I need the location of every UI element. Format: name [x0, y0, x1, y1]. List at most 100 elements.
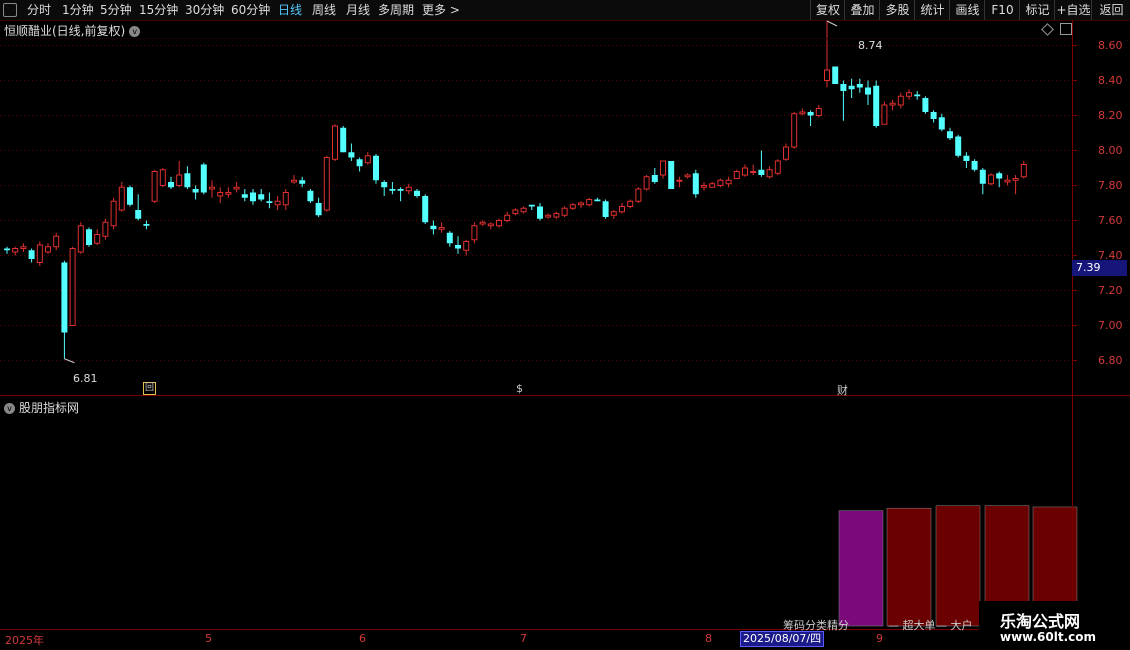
- candle-body: [856, 84, 863, 88]
- date-label: 6: [359, 632, 366, 645]
- candle-body: [520, 207, 527, 213]
- candle-body: [824, 69, 830, 81]
- watermark-url: www.60lt.com: [1000, 630, 1097, 644]
- dividend-marker-icon[interactable]: $: [516, 382, 523, 395]
- low-price-label: 6.81: [73, 372, 98, 385]
- candle-body: [922, 98, 929, 112]
- kline-chart[interactable]: [0, 0, 1130, 650]
- candle-body: [578, 202, 584, 206]
- candle-body: [389, 189, 396, 191]
- candle-body: [159, 169, 166, 186]
- candle-body: [53, 235, 60, 248]
- candle-body: [545, 214, 552, 218]
- finance-marker-icon[interactable]: 财: [837, 382, 848, 398]
- candle-body: [504, 214, 511, 221]
- candle-body: [225, 192, 232, 195]
- candle-body: [766, 169, 773, 178]
- candle-body: [102, 221, 109, 237]
- candle-body: [971, 161, 978, 170]
- candle-body: [651, 175, 658, 182]
- candle-body: [307, 190, 314, 202]
- candle-body: [77, 225, 84, 253]
- candle-body: [807, 112, 814, 116]
- candle-body: [914, 94, 921, 97]
- candle-body: [217, 192, 224, 197]
- candle-body: [528, 204, 535, 207]
- candle-body: [799, 111, 806, 115]
- candle-body: [717, 179, 724, 186]
- candle-body: [61, 262, 68, 333]
- price-tick-label: 8.00: [1098, 143, 1123, 157]
- price-tick-label: 7.60: [1098, 213, 1123, 227]
- candle-body: [381, 182, 388, 188]
- price-tick-label: 7.20: [1098, 283, 1123, 297]
- candle-body: [635, 188, 642, 202]
- candle-body: [586, 199, 593, 206]
- date-label: 9: [876, 632, 883, 645]
- candle-body: [758, 169, 765, 175]
- cursor-date-badge: 2025/08/07/四: [740, 631, 825, 647]
- candle-body: [815, 108, 822, 116]
- date-label: 7: [520, 632, 527, 645]
- candle-body: [356, 159, 363, 167]
- candle-body: [127, 187, 133, 205]
- candle-body: [487, 223, 494, 227]
- candle-body: [873, 85, 880, 126]
- indicator-bar: [838, 510, 884, 627]
- candle-body: [594, 199, 601, 202]
- legend-super-large: — 超大单: [888, 619, 936, 632]
- candle-body: [184, 173, 191, 188]
- candle-body: [947, 131, 953, 139]
- indicator-header: v 股朋指标网: [4, 399, 79, 416]
- candle-body: [783, 146, 789, 160]
- date-label: 2025年: [5, 634, 44, 647]
- indicator-title: 股朋指标网: [19, 401, 80, 415]
- candle-body: [315, 203, 322, 216]
- chevron-down-icon[interactable]: v: [4, 403, 15, 414]
- candle-body: [430, 225, 437, 230]
- candle-body: [463, 241, 470, 251]
- candle-body: [397, 189, 404, 191]
- candle-body: [291, 179, 297, 183]
- candle-body: [233, 186, 240, 190]
- candle-body: [619, 206, 625, 213]
- candle-body: [963, 155, 970, 161]
- candle-body: [701, 185, 707, 188]
- candle-body: [643, 176, 650, 190]
- candle-body: [742, 167, 748, 176]
- candle-body: [118, 186, 125, 211]
- candle-body: [209, 186, 215, 190]
- candle-body: [258, 194, 265, 200]
- candle-body: [282, 192, 289, 206]
- watermark-title: 乐淘公式网: [1000, 612, 1081, 631]
- candle-body: [28, 250, 35, 259]
- candle-body: [373, 155, 379, 181]
- candle-body: [627, 200, 634, 207]
- candle-body: [774, 160, 781, 174]
- candle-body: [569, 204, 576, 209]
- candle-body: [496, 220, 502, 227]
- current-price-badge: 7.39: [1072, 260, 1127, 276]
- candle-body: [889, 102, 896, 106]
- candle-body: [938, 117, 945, 130]
- candle-body: [561, 207, 568, 216]
- candle-body: [733, 171, 740, 179]
- candle-body: [438, 227, 445, 230]
- report-marker-icon[interactable]: 回: [143, 382, 156, 395]
- candle-body: [1012, 178, 1019, 181]
- candle-body: [274, 200, 281, 206]
- legend-label: 大户: [950, 619, 973, 632]
- candle-body: [660, 160, 666, 176]
- candle-body: [610, 211, 617, 216]
- candle-body: [512, 209, 519, 214]
- candle-body: [12, 248, 19, 253]
- candle-body: [86, 229, 92, 245]
- candle-body: [250, 192, 256, 202]
- candle-body: [110, 200, 117, 227]
- candle-body: [168, 182, 174, 188]
- candle-body: [897, 95, 904, 106]
- candle-body: [455, 245, 461, 249]
- candle-body: [36, 244, 43, 263]
- legend-large-holder: — 大户: [936, 619, 973, 632]
- candle-body: [996, 173, 1003, 179]
